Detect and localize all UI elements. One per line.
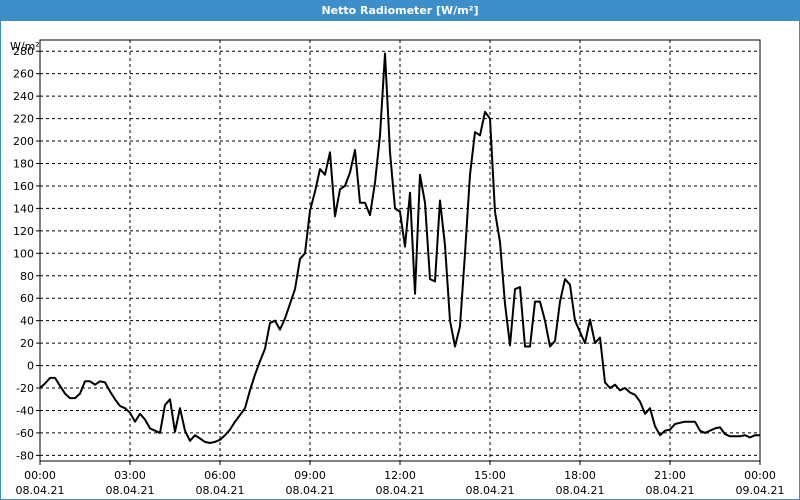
x-tick-time: 06:00	[204, 469, 236, 482]
y-tick-label: 280	[13, 45, 34, 58]
x-tick-date: 09.04.21	[736, 484, 785, 497]
line-chart: W/m² -80-60-40-2002040608010012014016018…	[10, 39, 785, 497]
x-tick-date: 08.04.21	[376, 484, 425, 497]
x-tick-time: 18:00	[564, 469, 596, 482]
x-tick-date: 08.04.21	[556, 484, 605, 497]
y-tick-label: 140	[13, 202, 34, 215]
x-tick-time: 12:00	[384, 469, 416, 482]
y-tick-label: 80	[20, 270, 34, 283]
x-tick-date: 08.04.21	[196, 484, 245, 497]
y-tick-label: 260	[13, 68, 34, 81]
y-tick-label: 100	[13, 247, 34, 260]
y-tick-label: 220	[13, 113, 34, 126]
x-tick-date: 08.04.21	[16, 484, 65, 497]
y-tick-label: 0	[27, 360, 34, 373]
x-tick-time: 00:00	[24, 469, 56, 482]
y-tick-label: 240	[13, 90, 34, 103]
x-tick-time: 03:00	[114, 469, 146, 482]
grid-lines	[40, 40, 760, 461]
y-tick-label: -80	[16, 449, 34, 462]
x-tick-date: 08.04.21	[466, 484, 515, 497]
y-tick-label: 120	[13, 225, 34, 238]
x-tick-date: 08.04.21	[286, 484, 335, 497]
x-tick-date: 08.04.21	[646, 484, 695, 497]
y-tick-label: -40	[16, 404, 34, 417]
y-tick-label: -60	[16, 427, 34, 440]
y-tick-label: -20	[16, 382, 34, 395]
x-tick-time: 21:00	[654, 469, 686, 482]
y-tick-label: 20	[20, 337, 34, 350]
y-tick-label: 40	[20, 315, 34, 328]
x-tick-date: 08.04.21	[106, 484, 155, 497]
y-tick-label: 60	[20, 292, 34, 305]
x-tick-time: 00:00	[744, 469, 776, 482]
y-tick-label: 180	[13, 157, 34, 170]
y-tick-labels: -80 -60 -40 -20 0 20 40 60 80 100 120 140 160 180 200 2…	[13, 45, 40, 462]
x-tick-labels: 00:00 08.04.21 03:00 08.04.21 06:00 08.04.21 0…	[16, 461, 785, 497]
y-tick-label: 160	[13, 180, 34, 193]
x-tick-time: 09:00	[294, 469, 326, 482]
x-tick-time: 15:00	[474, 469, 506, 482]
y-tick-label: 200	[13, 135, 34, 148]
